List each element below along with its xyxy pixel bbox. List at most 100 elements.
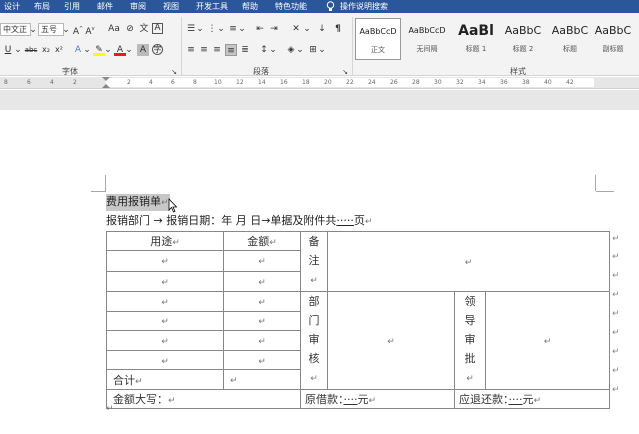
- chevron-down-icon[interactable]: ⌄: [62, 24, 70, 36]
- attachment-count-blank[interactable]: ·····: [336, 214, 353, 227]
- change-case-icon[interactable]: Aa: [106, 23, 122, 35]
- chevron-down-icon[interactable]: ⌄: [238, 23, 246, 35]
- chevron-down-icon[interactable]: ⌄: [217, 23, 225, 35]
- chinese-layout-icon[interactable]: ✕: [288, 23, 304, 35]
- table-cell[interactable]: ↵: [106, 349, 224, 371]
- style-heading-2[interactable]: AaBbC 标题 2: [500, 18, 546, 60]
- refund-cell[interactable]: 应退还款：····元↵: [454, 389, 610, 409]
- chevron-down-icon[interactable]: ⌄: [83, 44, 91, 56]
- horizontal-ruler[interactable]: 8 6 4 2 2 4 6 8 10 12 14 16 18 20 22 24 …: [0, 77, 639, 89]
- crop-mark: [596, 191, 614, 192]
- chevron-down-icon[interactable]: ⌄: [196, 23, 204, 35]
- underline-icon[interactable]: U: [2, 44, 14, 56]
- table-cell[interactable]: ↵: [106, 310, 224, 332]
- remarks-value-cell[interactable]: ↵: [327, 231, 610, 292]
- table-cell[interactable]: ↵: [223, 349, 301, 371]
- show-paragraph-marks-icon[interactable]: ¶: [332, 23, 344, 35]
- font-size-combo[interactable]: 五号: [38, 23, 64, 36]
- style-no-spacing[interactable]: AaBbCcD 无间隔: [404, 18, 450, 60]
- lightbulb-icon: [326, 1, 335, 12]
- style-normal[interactable]: AaBbCcD 正文: [355, 18, 401, 60]
- table-cell[interactable]: ↵: [106, 330, 224, 351]
- expense-table: 用途↵ 金额↵ 备注↵ ↵ ↵ ↵ ↵ ↵ ↵ ↵ 部门审核↵ ↵ 领导审批↵ …: [106, 230, 610, 409]
- crop-mark: [91, 191, 106, 192]
- sort-icon[interactable]: ↓: [316, 23, 328, 35]
- header-amount[interactable]: 金额↵: [223, 230, 301, 252]
- justify-icon[interactable]: ≡: [225, 44, 237, 56]
- phonetic-guide-icon[interactable]: 文: [138, 23, 150, 35]
- leader-approval-value-cell[interactable]: ↵: [485, 291, 610, 390]
- style-subtitle[interactable]: AaBbC 副标题: [594, 18, 632, 60]
- style-heading-1[interactable]: AaBl 标题 1: [453, 18, 499, 60]
- dept-review-label-cell[interactable]: 部门审核↵: [300, 291, 328, 390]
- header-usage[interactable]: 用途↵: [106, 230, 224, 252]
- superscript-icon[interactable]: x²: [53, 44, 65, 56]
- table-cell[interactable]: ↵: [106, 291, 224, 312]
- tab-special-features[interactable]: 特色功能: [275, 1, 307, 12]
- subscript-icon[interactable]: x₂: [40, 44, 52, 56]
- chevron-down-icon[interactable]: ⌄: [104, 44, 112, 56]
- chevron-down-icon[interactable]: ⌄: [318, 44, 326, 56]
- chevron-down-icon[interactable]: ⌄: [296, 44, 304, 56]
- shrink-font-icon[interactable]: Av: [84, 23, 96, 37]
- styles-group-label: 样式: [510, 67, 526, 76]
- document-title[interactable]: 费用报销单↵: [106, 194, 170, 211]
- chevron-down-icon[interactable]: ⌄: [29, 24, 37, 36]
- remarks-label-cell[interactable]: 备注↵: [300, 231, 328, 292]
- font-group-label: 字体: [62, 67, 78, 76]
- chevron-down-icon[interactable]: ⌄: [125, 44, 133, 56]
- align-center-icon[interactable]: ≡: [198, 44, 210, 56]
- character-border-icon[interactable]: A: [152, 23, 163, 34]
- original-loan-cell[interactable]: 原借款：····元↵: [300, 389, 455, 409]
- clear-formatting-icon[interactable]: ⊘: [124, 23, 136, 35]
- table-cell[interactable]: ↵: [223, 330, 301, 351]
- table-cell[interactable]: ↵: [106, 250, 224, 272]
- align-left-icon[interactable]: ≡: [185, 44, 197, 56]
- info-line[interactable]: 报销部门 → 报销日期：年 月 日→单据及附件共·····页↵: [106, 213, 372, 230]
- tab-help[interactable]: 帮助: [242, 1, 258, 12]
- character-shading-icon[interactable]: A: [137, 44, 149, 56]
- paragraph-group-label: 段落: [253, 67, 269, 76]
- chevron-down-icon[interactable]: ⌄: [14, 44, 22, 56]
- trailing-paragraph-mark[interactable]: ↵: [106, 404, 114, 414]
- tab-references[interactable]: 引用: [64, 1, 80, 12]
- decrease-indent-icon[interactable]: ⇤: [254, 23, 266, 35]
- table-cell[interactable]: ↵: [223, 291, 301, 312]
- leader-approval-label-cell[interactable]: 领导审批↵: [454, 291, 486, 390]
- chevron-down-icon[interactable]: ⌄: [303, 23, 311, 35]
- font-name-value: 中文正: [3, 25, 27, 34]
- strikethrough-icon[interactable]: abc: [24, 44, 38, 56]
- crop-mark: [595, 175, 596, 191]
- indent-marker-icon[interactable]: [102, 77, 110, 88]
- chevron-down-icon[interactable]: ⌄: [269, 44, 277, 56]
- tab-layout[interactable]: 布局: [34, 1, 50, 12]
- tab-view[interactable]: 视图: [163, 1, 179, 12]
- increase-indent-icon[interactable]: ⇥: [268, 23, 280, 35]
- total-label-cell[interactable]: 合计↵: [106, 369, 224, 390]
- font-size-value: 五号: [41, 25, 57, 34]
- table-cell[interactable]: ↵: [223, 310, 301, 332]
- row-end-mark: ↵: [612, 234, 620, 244]
- page-gap: [0, 90, 639, 110]
- amount-in-words-cell[interactable]: 金额大写：↵: [106, 389, 301, 409]
- style-title[interactable]: AaBbC 标题: [547, 18, 593, 60]
- tab-design[interactable]: 设计: [4, 1, 20, 12]
- tell-me-search[interactable]: 操作说明搜索: [340, 1, 388, 12]
- font-name-combo[interactable]: 中文正: [0, 23, 31, 36]
- mouse-cursor-icon: [168, 197, 178, 213]
- tab-developer[interactable]: 开发工具: [196, 1, 228, 12]
- tab-mailings[interactable]: 邮件: [97, 1, 113, 12]
- row-end-mark: ↵: [612, 271, 620, 281]
- grow-font-icon[interactable]: A^: [72, 23, 84, 37]
- table-cell[interactable]: ↵: [223, 270, 301, 293]
- distributed-icon[interactable]: ≣: [239, 44, 251, 56]
- row-end-mark: ↵: [612, 252, 620, 262]
- table-cell[interactable]: ↵: [106, 270, 224, 293]
- dept-review-value-cell[interactable]: ↵: [327, 291, 455, 390]
- total-value-cell[interactable]: ↵: [223, 369, 301, 390]
- table-cell[interactable]: ↵: [223, 250, 301, 272]
- enclose-characters-icon[interactable]: 字: [152, 44, 163, 55]
- align-right-icon[interactable]: ≡: [211, 44, 223, 56]
- tab-review[interactable]: 审阅: [130, 1, 146, 12]
- ribbon-tab-bar: 设计 布局 引用 邮件 审阅 视图 开发工具 帮助 特色功能 操作说明搜索: [0, 0, 639, 13]
